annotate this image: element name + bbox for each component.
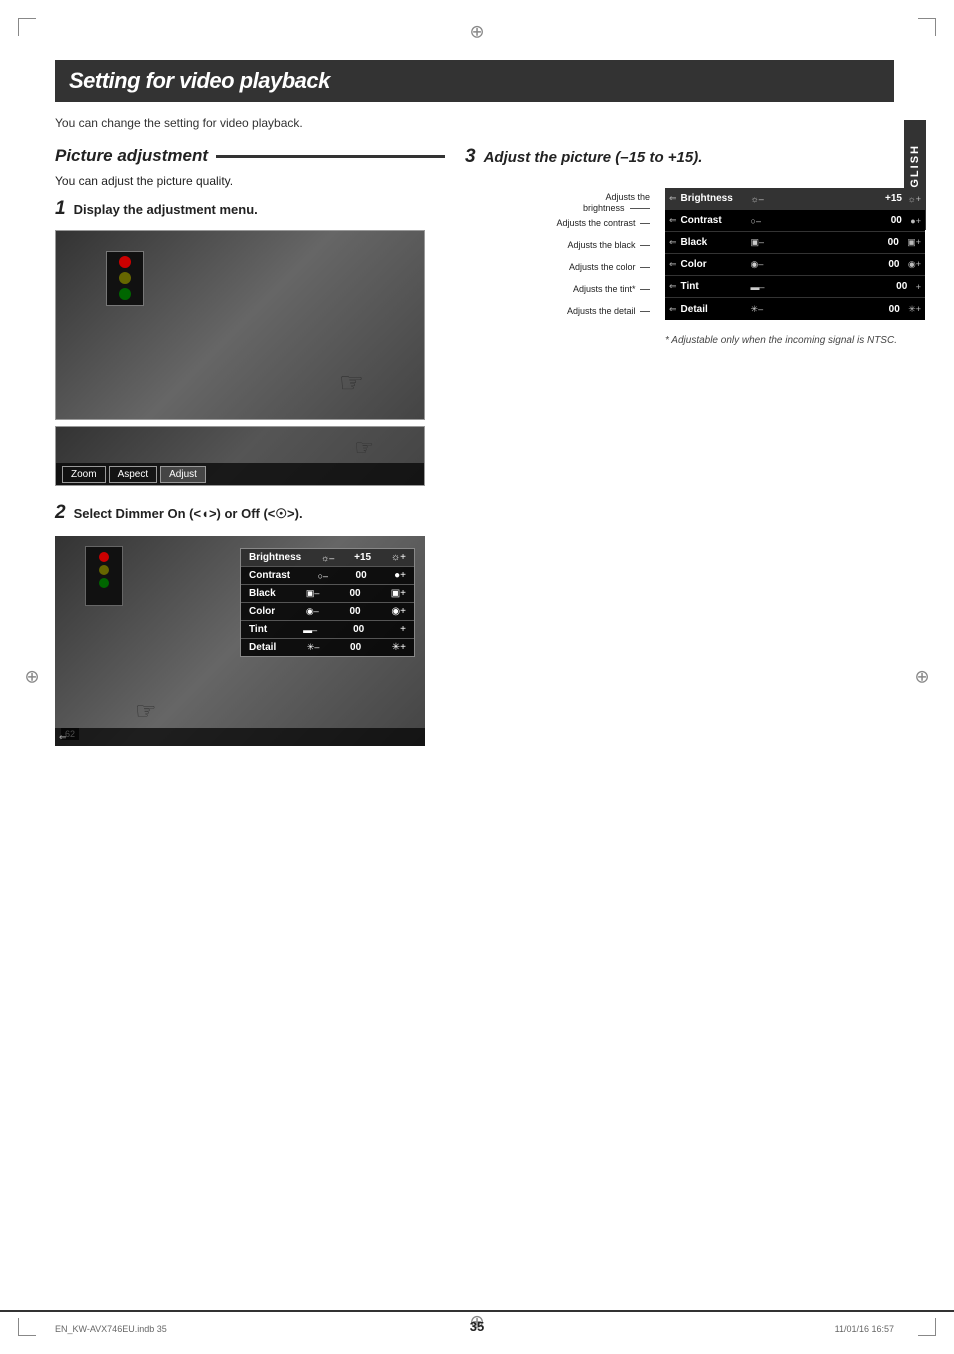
tl2-yellow: [99, 565, 109, 575]
step1-label: Display the adjustment menu.: [74, 202, 258, 217]
footer-file: EN_KW-AVX746EU.indb 35: [55, 1324, 167, 1334]
adjustment-table-wrapper: ⇐ Brightness ☼– +15 ☼+ ⇐ Contrast ○– 00 …: [665, 188, 925, 320]
page-subtitle: You can change the setting for video pla…: [55, 116, 894, 130]
menu-tint: Tint ▬– 00 +: [241, 621, 414, 639]
two-column-layout: Picture adjustment You can adjust the pi…: [55, 146, 894, 746]
reg-mark-left: [22, 667, 42, 687]
screenshot-step1-tabs: Zoom Aspect Adjust ☞: [55, 426, 425, 486]
adj-row-contrast: ⇐ Contrast ○– 00 ●+: [665, 210, 925, 232]
screenshot-step1-touch: ☞: [55, 230, 425, 420]
adjustment-diagram: Adjusts thebrightness Adjusts the contra…: [465, 188, 925, 320]
hand-cursor-step2: ☞: [135, 697, 157, 726]
menu-contrast: Contrast ○– 00 ●+: [241, 567, 414, 585]
right-column: 3 Adjust the picture (–15 to +15). Adjus…: [465, 146, 925, 746]
screen-bg: [56, 231, 424, 419]
footer-line: [0, 1310, 954, 1312]
hand-cursor-1: ☞: [339, 366, 364, 399]
footnote-text: * Adjustable only when the incoming sign…: [665, 334, 925, 348]
step3-number: 3: [465, 146, 476, 168]
tab-aspect[interactable]: Aspect: [109, 466, 158, 483]
corner-mark-tr: [918, 18, 936, 36]
section-title: Picture adjustment: [55, 146, 208, 166]
reg-mark-top: [467, 22, 487, 42]
adj-row-black: ⇐ Black ▣– 00 ▣+: [665, 232, 925, 254]
adj-row-detail: ⇐ Detail ✳– 00 ✳+: [665, 298, 925, 320]
section-description: You can adjust the picture quality.: [55, 174, 445, 188]
label-contrast: Adjusts the contrast: [556, 218, 650, 228]
section-heading: Picture adjustment: [55, 146, 445, 166]
tl-yellow: [119, 272, 131, 284]
page-title: Setting for video playback: [69, 68, 880, 94]
step2-label: Select Dimmer On (<◖>) or Off (<☉>).: [74, 506, 303, 522]
tl-green: [119, 288, 131, 300]
step-2: 2 Select Dimmer On (<◖>) or Off (<☉>).: [55, 502, 445, 746]
adjustment-menu-step2: Brightness ☼– +15 ☼+ Contrast ○– 00 ●+: [240, 548, 415, 657]
menu-brightness: Brightness ☼– +15 ☼+: [241, 549, 414, 567]
corner-mark-tl: [18, 18, 36, 36]
label-black: Adjusts the black: [567, 240, 650, 250]
tl2-red: [99, 552, 109, 562]
tl2-green: [99, 578, 109, 588]
left-column: Picture adjustment You can adjust the pi…: [55, 146, 445, 746]
page-title-banner: Setting for video playback: [55, 60, 894, 102]
adjustment-table: ⇐ Brightness ☼– +15 ☼+ ⇐ Contrast ○– 00 …: [665, 188, 925, 320]
label-brightness: Adjusts thebrightness: [583, 192, 650, 214]
step-1: 1 Display the adjustment menu.: [55, 198, 445, 486]
tl-red: [119, 256, 131, 268]
label-color: Adjusts the color: [569, 262, 650, 272]
footnote-area: * Adjustable only when the incoming sign…: [665, 334, 925, 348]
tab-zoom[interactable]: Zoom: [62, 466, 106, 483]
heading-line: [216, 155, 445, 158]
label-tint: Adjusts the tint*: [573, 284, 650, 294]
traffic-light-step2: [85, 546, 123, 606]
menu-black: Black ▣– 00 ▣+: [241, 585, 414, 603]
step2-number: 2: [55, 502, 66, 524]
hand-cursor-tabs: ☞: [354, 435, 374, 461]
step3-header: 3 Adjust the picture (–15 to +15).: [465, 146, 925, 176]
step1-number: 1: [55, 198, 66, 220]
tab-adjust[interactable]: Adjust: [160, 466, 206, 483]
menu-color: Color ◉– 00 ◉+: [241, 603, 414, 621]
adj-row-brightness: ⇐ Brightness ☼– +15 ☼+: [665, 188, 925, 210]
tabs-bar: Zoom Aspect Adjust: [56, 463, 424, 485]
screenshot-step2: Brightness ☼– +15 ☼+ Contrast ○– 00 ●+: [55, 536, 425, 746]
traffic-light-box: [106, 251, 144, 306]
label-detail: Adjusts the detail: [567, 306, 650, 316]
footer: EN_KW-AVX746EU.indb 35 35 11/01/16 16:57: [0, 1304, 954, 1354]
adj-row-tint: ⇐ Tint ▬– 00 +: [665, 276, 925, 298]
menu-detail: Detail ✳– 00 ✳+: [241, 639, 414, 656]
adj-row-color: ⇐ Color ◉– 00 ◉+: [665, 254, 925, 276]
page-number: 35: [470, 1319, 484, 1334]
page-content: Setting for video playback You can chang…: [55, 60, 894, 1294]
footer-date: 11/01/16 16:57: [835, 1324, 894, 1334]
bottom-bar: ⇐: [55, 728, 425, 746]
step3-label: Adjust the picture (–15 to +15).: [484, 149, 703, 166]
